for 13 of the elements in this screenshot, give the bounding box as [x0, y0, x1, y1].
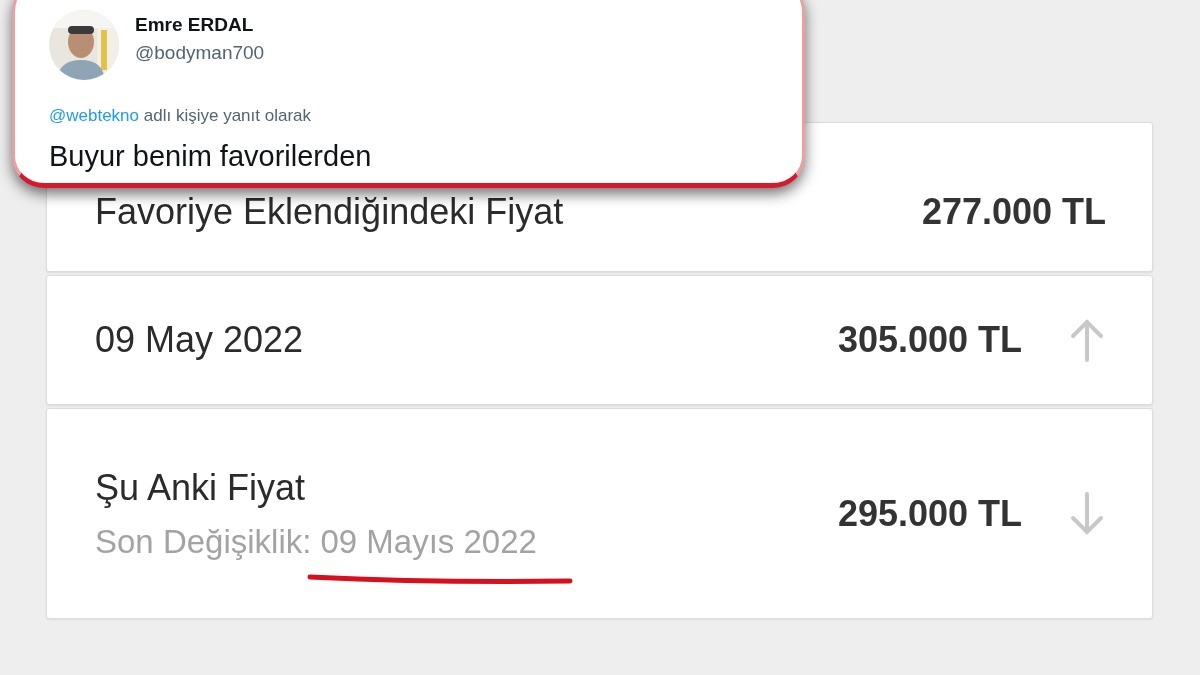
change-date: 09 Mayıs 2022: [320, 522, 537, 560]
price-label: 09 May 2022: [95, 319, 305, 361]
change-label: Son Değişiklik:: [95, 522, 312, 561]
mention-link[interactable]: @webtekno: [49, 106, 140, 125]
reply-context: @webtekno adlı kişiye yanıt olarak: [49, 106, 312, 126]
price-label: Şu Anki Fiyat: [95, 466, 307, 509]
price-value: 277.000 TL: [921, 191, 1106, 233]
tweet-text: Buyur benim favorilerden: [49, 140, 373, 173]
user-handle: @bodyman700: [135, 42, 265, 64]
price-value: 305.000 TL: [837, 319, 1022, 361]
price-value: 295.000 TL: [837, 492, 1022, 535]
price-label: Favoriye Eklendiğindeki Fiyat: [95, 191, 565, 233]
user-name: Emre ERDAL: [135, 14, 255, 36]
